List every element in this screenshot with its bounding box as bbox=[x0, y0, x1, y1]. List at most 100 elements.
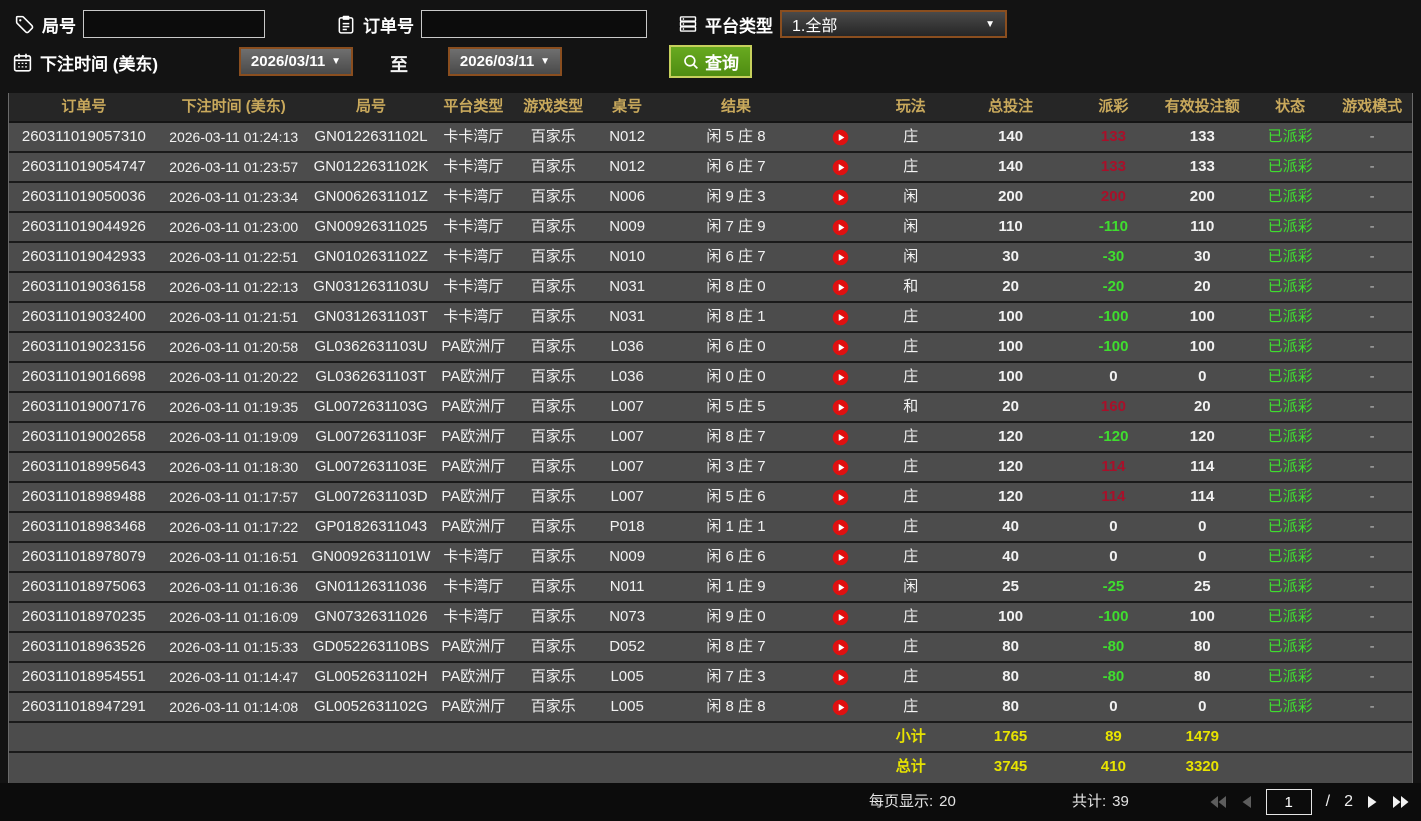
prev-page-button[interactable] bbox=[1241, 795, 1252, 809]
play-video-button[interactable] bbox=[832, 183, 849, 211]
play-video-button[interactable] bbox=[832, 243, 849, 271]
play-video-button[interactable] bbox=[832, 603, 849, 631]
col-header-status: 状态 bbox=[1275, 98, 1306, 115]
play-video-button[interactable] bbox=[832, 633, 849, 661]
cell-bet_time: 2026-03-11 01:20:58 bbox=[169, 339, 299, 355]
cell-table_no: L036 bbox=[610, 338, 644, 355]
search-button[interactable]: 查询 bbox=[669, 45, 752, 78]
per-page-label: 每页显示: bbox=[869, 793, 934, 810]
cell-game_type: 百家乐 bbox=[530, 608, 576, 625]
col-header-order_no: 订单号 bbox=[61, 98, 107, 115]
cell-status: 已派彩 bbox=[1267, 158, 1313, 175]
cell-table_no: N011 bbox=[609, 578, 645, 595]
first-page-button[interactable] bbox=[1210, 795, 1227, 809]
date-from-value: 2026/03/11 bbox=[250, 53, 326, 70]
cell-status: 已派彩 bbox=[1267, 668, 1313, 685]
cell-bet_time: 2026-03-11 01:15:33 bbox=[169, 639, 299, 655]
cell-table_no: L007 bbox=[610, 428, 644, 445]
cell-platform: 卡卡湾厅 bbox=[443, 188, 504, 205]
cell-platform: PA欧洲厅 bbox=[441, 458, 506, 475]
cell-platform: PA欧洲厅 bbox=[441, 338, 506, 355]
cell-total_bet: 120 bbox=[998, 458, 1024, 475]
cell-result: 闲 5 庄 8 bbox=[706, 128, 766, 145]
cell-bet_time: 2026-03-11 01:20:22 bbox=[169, 369, 299, 385]
platform-filter: 平台类型 1.全部 ▼ bbox=[678, 9, 1007, 39]
cell-payout: 133 bbox=[1100, 158, 1126, 175]
cell-total_bet: 40 bbox=[1002, 548, 1019, 565]
cell-payout: 160 bbox=[1100, 398, 1126, 415]
cell-result: 闲 6 庄 7 bbox=[706, 248, 766, 265]
cell-valid_bet: 200 bbox=[1189, 188, 1215, 205]
cell-play: 庄 bbox=[903, 668, 919, 685]
date-to-value: 2026/03/11 bbox=[459, 53, 535, 70]
cell-round_no: GL0072631103F bbox=[315, 428, 427, 445]
cell-bet_time: 2026-03-11 01:22:13 bbox=[169, 279, 299, 295]
summary-subtotal-row: 小计 1765 89 1479 bbox=[9, 723, 1412, 753]
page-input[interactable] bbox=[1265, 789, 1312, 815]
cell-total_bet: 120 bbox=[998, 488, 1024, 505]
play-video-button[interactable] bbox=[832, 303, 849, 331]
clipboard-icon bbox=[336, 14, 356, 35]
order-input[interactable] bbox=[421, 10, 647, 38]
cell-result: 闲 1 庄 1 bbox=[706, 518, 766, 535]
cell-game_mode: - bbox=[1369, 158, 1375, 175]
cell-result: 闲 5 庄 5 bbox=[706, 398, 766, 415]
cell-game_type: 百家乐 bbox=[530, 248, 576, 265]
play-video-button[interactable] bbox=[832, 423, 849, 451]
subtotal-spacer bbox=[593, 723, 661, 751]
total-spacer bbox=[9, 753, 159, 783]
next-page-button[interactable] bbox=[1367, 795, 1378, 809]
cell-result: 闲 8 庄 7 bbox=[706, 428, 766, 445]
table-row: 260311019007176 2026-03-11 01:19:35 GL0072… bbox=[9, 393, 1412, 423]
cell-play: 庄 bbox=[903, 548, 919, 565]
cell-game_type: 百家乐 bbox=[530, 488, 576, 505]
cell-total_bet: 25 bbox=[1002, 578, 1019, 595]
total-count-display: 共计: 39 bbox=[1072, 783, 1129, 821]
play-video-button[interactable] bbox=[832, 693, 849, 721]
cell-game_type: 百家乐 bbox=[530, 458, 576, 475]
play-video-button[interactable] bbox=[832, 363, 849, 391]
play-video-button[interactable] bbox=[832, 663, 849, 691]
cell-play: 庄 bbox=[903, 428, 919, 445]
play-video-button[interactable] bbox=[832, 213, 849, 241]
cell-table_no: L005 bbox=[610, 668, 644, 685]
play-video-button[interactable] bbox=[832, 513, 849, 541]
table-row: 260311019054747 2026-03-11 01:23:57 GN0122… bbox=[9, 153, 1412, 183]
play-video-button[interactable] bbox=[832, 543, 849, 571]
play-video-button[interactable] bbox=[832, 393, 849, 421]
date-from-picker[interactable]: 2026/03/11 ▼ bbox=[239, 47, 353, 76]
cell-play_icon bbox=[811, 123, 871, 151]
cell-result: 闲 7 庄 3 bbox=[706, 668, 766, 685]
last-page-button[interactable] bbox=[1392, 795, 1409, 809]
date-to-picker[interactable]: 2026/03/11 ▼ bbox=[448, 47, 562, 76]
play-video-button[interactable] bbox=[832, 153, 849, 181]
cell-game_mode: - bbox=[1369, 128, 1375, 145]
cell-play_icon bbox=[811, 603, 871, 631]
cell-play: 庄 bbox=[903, 158, 919, 175]
play-video-button[interactable] bbox=[832, 123, 849, 151]
cell-payout: -120 bbox=[1098, 428, 1129, 445]
cell-order_no: 260311019044926 bbox=[21, 218, 146, 235]
cell-status: 已派彩 bbox=[1267, 488, 1313, 505]
cell-status: 已派彩 bbox=[1267, 128, 1313, 145]
play-video-button[interactable] bbox=[832, 573, 849, 601]
cell-round_no: GL0072631103D bbox=[314, 488, 428, 505]
table-row: 260311018947291 2026-03-11 01:14:08 GL0052… bbox=[9, 693, 1412, 723]
play-video-button[interactable] bbox=[832, 483, 849, 511]
cell-total_bet: 80 bbox=[1002, 698, 1019, 715]
cell-bet_time: 2026-03-11 01:14:47 bbox=[169, 669, 299, 685]
play-video-button[interactable] bbox=[832, 333, 849, 361]
play-video-button[interactable] bbox=[832, 453, 849, 481]
round-input[interactable] bbox=[83, 10, 265, 38]
platform-select[interactable]: 1.全部 ▼ bbox=[780, 10, 1007, 38]
cell-table_no: L007 bbox=[610, 458, 644, 475]
cell-result: 闲 6 庄 6 bbox=[706, 548, 766, 565]
cell-table_no: N031 bbox=[609, 278, 646, 295]
cell-status: 已派彩 bbox=[1267, 518, 1313, 535]
play-video-button[interactable] bbox=[832, 273, 849, 301]
bet-time-label: 下注时间 (美东) bbox=[40, 54, 159, 74]
cell-valid_bet: 133 bbox=[1189, 158, 1215, 175]
date-range-to-label: 至 bbox=[390, 55, 408, 75]
cell-payout: -80 bbox=[1102, 638, 1125, 655]
col-header-bet_time: 下注时间 (美东) bbox=[181, 98, 286, 115]
